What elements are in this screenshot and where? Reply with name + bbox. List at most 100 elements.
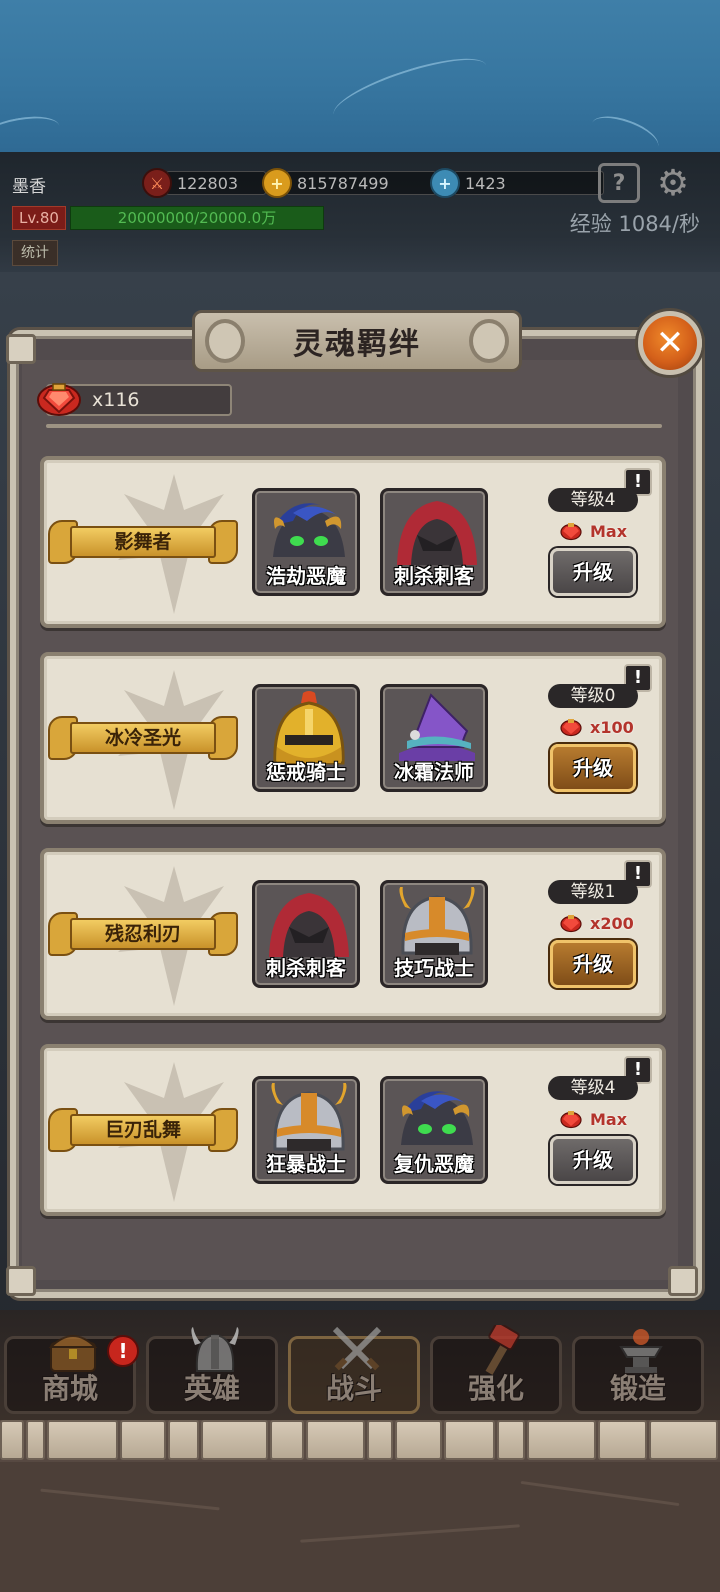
bond-level: 等级1	[548, 880, 638, 904]
nav-label: 英雄	[183, 1372, 240, 1405]
brick	[443, 1420, 496, 1460]
hero-slot[interactable]: 刺杀刺客	[252, 880, 360, 988]
gold-coin-plus-icon[interactable]: +	[262, 168, 292, 198]
upgrade-cost: x100	[560, 716, 634, 738]
gem-plus-icon[interactable]: +	[430, 168, 460, 198]
question-book-icon: ?	[612, 170, 626, 196]
nav-heroes[interactable]: 英雄	[146, 1327, 278, 1414]
upgrade-button[interactable]: 升级	[550, 1136, 636, 1184]
bond-name: 影舞者	[70, 526, 216, 558]
soul-gem-icon	[560, 915, 582, 933]
hero-name: 技巧战士	[394, 956, 474, 980]
bond-card: 影舞者 浩劫恶魔 刺杀刺客 ! 等级4 Max 升级	[40, 456, 666, 628]
brick	[0, 1420, 24, 1460]
gem-stat[interactable]: + 1423	[430, 168, 604, 198]
floor-crack	[520, 1480, 680, 1507]
panel-corner	[6, 334, 36, 364]
bond-ribbon: 冰冷圣光	[48, 716, 238, 760]
bond-ribbon: 影舞者	[48, 520, 238, 564]
brick	[25, 1420, 46, 1460]
hero-slot[interactable]: 狂暴战士	[252, 1076, 360, 1184]
sword-shield-icon: ⚔	[142, 168, 172, 198]
hero-name: 狂暴战士	[266, 1152, 346, 1176]
hero-name: 刺杀刺客	[266, 956, 346, 980]
bond-card: 巨刃乱舞 狂暴战士 复仇恶魔 ! 等级4 Max 升级	[40, 1044, 666, 1216]
cost-value: Max	[590, 521, 628, 541]
upgrade-button[interactable]: 升级	[550, 548, 636, 596]
soul-gem-icon	[37, 383, 81, 416]
nav-battle[interactable]: 战斗	[288, 1326, 420, 1414]
soul-gem-icon	[560, 719, 582, 737]
player-name: 墨香	[12, 177, 46, 197]
exclamation-icon: !	[633, 471, 643, 492]
gear-icon: ⚙	[656, 162, 690, 204]
nav-shop[interactable]: 商城 !	[4, 1335, 139, 1414]
attack-stat: ⚔ 122803	[142, 168, 266, 198]
nav-label: 战斗	[325, 1372, 382, 1405]
nav-enhance[interactable]: 强化	[430, 1321, 562, 1414]
settings-button[interactable]: ⚙	[652, 162, 694, 204]
brick	[305, 1420, 365, 1460]
sky-background	[0, 0, 720, 162]
brick	[167, 1420, 200, 1460]
hero-slot[interactable]: 浩劫恶魔	[252, 488, 360, 596]
close-button[interactable]: ✕	[638, 311, 702, 375]
hero-slot[interactable]: 惩戒骑士	[252, 684, 360, 792]
bond-level: 等级4	[548, 488, 638, 512]
bond-ribbon: 残忍利刃	[48, 912, 238, 956]
brick	[497, 1420, 525, 1460]
sky-streak	[327, 46, 493, 134]
panel-corner	[668, 1266, 698, 1296]
hero-slot[interactable]: 技巧战士	[380, 880, 488, 988]
nav-forge[interactable]: 锻造	[572, 1329, 704, 1414]
cost-value: Max	[590, 1109, 628, 1129]
hero-name: 复仇恶魔	[394, 1152, 474, 1176]
hero-slot[interactable]: 刺杀刺客	[380, 488, 488, 596]
exclamation-icon: !	[633, 667, 643, 688]
hero-name: 惩戒骑士	[266, 760, 346, 784]
nav-label: 锻造	[609, 1372, 666, 1405]
brick-row	[0, 1420, 720, 1460]
gold-value: 815787499	[286, 171, 436, 195]
exp-rate: 经验 1084/秒	[569, 212, 700, 236]
bond-level: 等级0	[548, 684, 638, 708]
brick	[526, 1420, 596, 1460]
hero-slot[interactable]: 复仇恶魔	[380, 1076, 488, 1184]
brick	[597, 1420, 648, 1460]
panel-divider	[46, 424, 662, 428]
cost-value: x100	[590, 717, 634, 737]
brick	[649, 1420, 718, 1460]
scroll-ornament-right	[469, 319, 509, 363]
upgrade-cost: x200	[560, 912, 634, 934]
brick	[120, 1420, 166, 1460]
bond-ribbon: 巨刃乱舞	[48, 1108, 238, 1152]
panel-corner	[6, 1266, 36, 1296]
floor-lower	[0, 1462, 720, 1592]
bond-name: 冰冷圣光	[70, 722, 216, 754]
floor-crack	[40, 1488, 220, 1511]
cost-value: x200	[590, 913, 634, 933]
sky-streak	[0, 111, 62, 155]
close-icon: ✕	[655, 323, 685, 363]
level-badge: Lv.80	[12, 206, 66, 230]
bond-name: 巨刃乱舞	[70, 1114, 216, 1146]
stats-button[interactable]: 统计	[12, 240, 58, 266]
upgrade-cost: Max	[560, 1108, 627, 1130]
exclamation-icon: !	[633, 1059, 643, 1080]
bond-card: 冰冷圣光 惩戒骑士 冰霜法师 ! 等级0 x100 升级	[40, 652, 666, 824]
quest-book-button[interactable]: ?	[598, 163, 640, 203]
brick	[394, 1420, 442, 1460]
nav-label: 强化	[467, 1372, 524, 1405]
hero-name: 浩劫恶魔	[266, 564, 346, 588]
hero-name: 冰霜法师	[394, 760, 474, 784]
gold-stat[interactable]: + 815787499	[262, 168, 436, 198]
gem-value: 1423	[454, 171, 604, 195]
brick	[47, 1420, 119, 1460]
hero-slot[interactable]: 冰霜法师	[380, 684, 488, 792]
upgrade-button[interactable]: 升级	[550, 940, 636, 988]
panel-title-plate: 灵魂羁绊	[192, 310, 522, 372]
brick	[201, 1420, 269, 1460]
upgrade-button[interactable]: 升级	[550, 744, 636, 792]
floor-crack	[300, 1524, 520, 1543]
brick	[366, 1420, 393, 1460]
